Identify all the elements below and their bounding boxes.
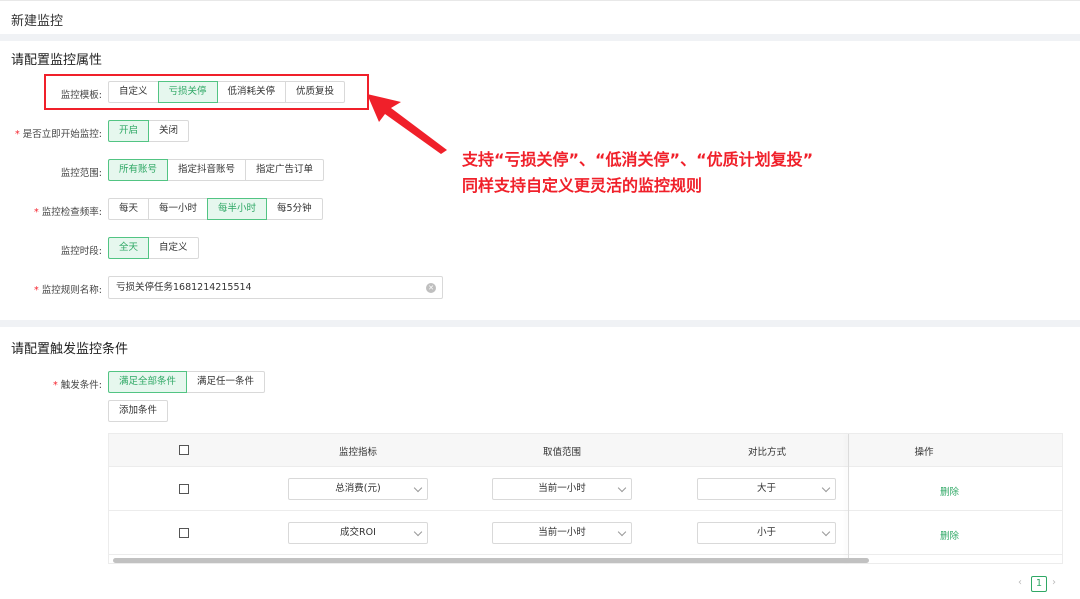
pagination-next[interactable]: › [1052, 577, 1056, 588]
compare-select[interactable]: 小于 [697, 522, 836, 544]
range-select[interactable]: 当前一小时 [492, 522, 632, 544]
chevron-down-icon [413, 483, 423, 493]
table-row: 总消费(元) 当前一小时 大于 删除 [109, 467, 1062, 511]
start-now-label: * 是否立即开始监控: [15, 129, 102, 140]
trigger-any-condition[interactable]: 满足任一条件 [186, 371, 266, 393]
rule-name-value: 亏损关停任务1681214215514 [116, 282, 252, 293]
trigger-options: 满足全部条件 满足任一条件 [108, 371, 266, 393]
template-option-loss-stop[interactable]: 亏损关停 [157, 81, 218, 103]
row-checkbox[interactable] [179, 528, 189, 538]
template-options: 自定义 亏损关停 低消耗关停 优质复投 [108, 81, 346, 103]
delete-link[interactable]: 删除 [940, 484, 959, 498]
period-label: 监控时段: [60, 246, 102, 257]
template-option-low-spend-stop[interactable]: 低消耗关停 [216, 81, 287, 103]
callout-line1: 支持“亏损关停”、“低消关停”、“优质计划复投” [462, 150, 814, 169]
start-now-options: 开启 关闭 [108, 120, 190, 142]
compare-select[interactable]: 大于 [697, 478, 836, 500]
frequency-hourly[interactable]: 每一小时 [148, 198, 209, 220]
period-all-day[interactable]: 全天 [108, 237, 150, 259]
rule-name-label: * 监控规则名称: [34, 285, 102, 296]
chevron-down-icon [617, 527, 627, 537]
header-range: 取值范围 [542, 447, 581, 458]
frequency-options: 每天 每一小时 每半小时 每5分钟 [108, 198, 323, 220]
header-compare: 对比方式 [747, 447, 786, 458]
range-select[interactable]: 当前一小时 [492, 478, 632, 500]
frequency-5min[interactable]: 每5分钟 [266, 198, 323, 220]
delete-link[interactable]: 删除 [940, 528, 959, 542]
fixed-column-divider [848, 434, 849, 563]
metric-select[interactable]: 总消费(元) [288, 478, 428, 500]
template-option-custom[interactable]: 自定义 [108, 81, 159, 103]
header-metric: 监控指标 [338, 447, 377, 458]
add-condition-button[interactable]: 添加条件 [108, 400, 169, 422]
row-checkbox[interactable] [179, 484, 189, 494]
scope-label: 监控范围: [60, 168, 102, 179]
template-label: 监控模板: [60, 90, 102, 101]
period-options: 全天 自定义 [108, 237, 199, 259]
frequency-half-hour[interactable]: 每半小时 [207, 198, 268, 220]
add-condition-wrap: 添加条件 [108, 400, 169, 422]
trigger-all-conditions[interactable]: 满足全部条件 [108, 371, 188, 393]
period-custom[interactable]: 自定义 [148, 237, 199, 259]
callout-arrow-icon [367, 94, 447, 154]
chevron-down-icon [821, 527, 831, 537]
page-title: 新建监控 [11, 14, 64, 29]
trigger-label: * 触发条件: [53, 380, 102, 391]
callout-line2: 同样支持自定义更灵活的监控规则 [462, 176, 703, 195]
frequency-label: * 监控检查频率: [34, 207, 102, 218]
clear-icon[interactable]: ✕ [426, 283, 436, 293]
section-title-conditions: 请配置触发监控条件 [11, 342, 129, 357]
scope-all-accounts[interactable]: 所有账号 [108, 159, 169, 181]
rule-name-input[interactable]: 亏损关停任务1681214215514 ✕ [108, 276, 443, 299]
scope-options: 所有账号 指定抖音账号 指定广告订单 [108, 159, 325, 181]
pagination-current-page[interactable]: 1 [1031, 576, 1047, 592]
conditions-table: 监控指标 取值范围 对比方式 操作 总消费(元) 当前一小时 大于 删除 成交R… [108, 433, 1063, 564]
start-now-off[interactable]: 关闭 [148, 120, 190, 142]
table-header: 监控指标 取值范围 对比方式 操作 [109, 434, 1062, 467]
chevron-down-icon [821, 483, 831, 493]
header-action: 操作 [914, 447, 934, 458]
table-row: 成交ROI 当前一小时 小于 删除 [109, 511, 1062, 555]
scope-ad-orders[interactable]: 指定广告订单 [245, 159, 325, 181]
page-header: 新建监控 [0, 0, 1080, 34]
frequency-daily[interactable]: 每天 [108, 198, 150, 220]
section-title-attributes: 请配置监控属性 [11, 53, 103, 68]
metric-select[interactable]: 成交ROI [288, 522, 428, 544]
start-now-on[interactable]: 开启 [108, 120, 150, 142]
scope-douyin-accounts[interactable]: 指定抖音账号 [167, 159, 247, 181]
chevron-down-icon [413, 527, 423, 537]
select-all-checkbox[interactable] [179, 445, 189, 455]
horizontal-scrollbar[interactable] [113, 558, 869, 563]
chevron-down-icon [617, 483, 627, 493]
pagination-prev[interactable]: ‹ [1018, 577, 1022, 588]
template-option-quality-reinvest[interactable]: 优质复投 [285, 81, 346, 103]
